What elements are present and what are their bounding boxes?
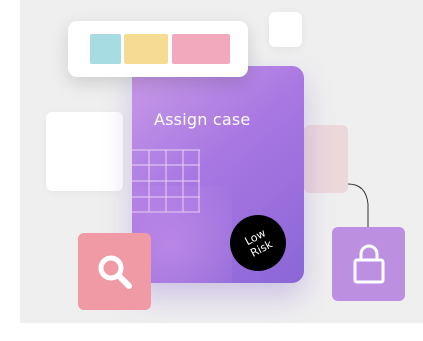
floating-white-tile-small (269, 12, 302, 47)
swatch-pink (172, 34, 230, 64)
lock-tile (332, 227, 405, 301)
swatch-yellow (124, 34, 168, 64)
floating-white-tile-large (46, 112, 123, 191)
search-tile (78, 233, 151, 310)
risk-badge: Low Risk (230, 215, 286, 271)
risk-badge-label: Low Risk (242, 226, 275, 260)
illustration: Assign case Low Risk (0, 0, 423, 341)
color-palette-card (68, 21, 248, 77)
card-title: Assign case (154, 110, 251, 129)
search-icon (98, 255, 132, 289)
swatch-teal (90, 34, 121, 64)
lock-icon (353, 244, 385, 284)
grid-icon (132, 149, 200, 213)
